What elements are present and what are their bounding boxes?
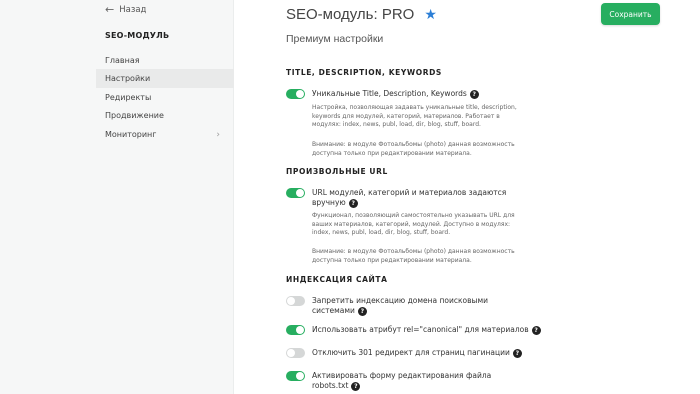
sidebar-item-label: Мониторинг xyxy=(105,130,157,139)
description-line: доступна только при редактировании матер… xyxy=(312,256,472,264)
toggle-custom-url[interactable] xyxy=(286,188,305,198)
description-line: модулях: index, news, publ, load, dir, b… xyxy=(312,121,481,128)
sidebar-item-settings[interactable]: Настройки xyxy=(96,69,234,88)
option-label-text: системами xyxy=(312,306,355,315)
sidebar-item-label: Редиректы xyxy=(105,93,152,102)
description-line: index, news, publ, load, dir, blog, stuf… xyxy=(312,229,451,236)
sidebar-item-monitoring[interactable]: Мониторинг › xyxy=(96,125,234,144)
back-label: Назад xyxy=(119,4,147,15)
sidebar: ← Назад SEO-МОДУЛЬ Главная Настройки Ред… xyxy=(0,0,234,394)
toggle-knob xyxy=(296,189,304,197)
toggle-knob xyxy=(296,372,304,380)
option-label-text: Уникальные Title, Description, Keywords xyxy=(312,89,467,98)
description-line: Внимание: в модуле Фотоальбомы (photo) д… xyxy=(312,141,515,148)
page-title-text: SEO-модуль: PRO xyxy=(286,6,415,23)
help-icon[interactable]: ? xyxy=(348,198,358,208)
section-heading-tdk: TITLE, DESCRIPTION, KEYWORDS xyxy=(286,68,442,77)
toggle-knob xyxy=(296,90,304,98)
option-label-text: Запретить индексацию домена поисковыми xyxy=(312,296,489,305)
option-label-robots-editor: Активировать форму редактирования файла … xyxy=(312,371,491,391)
sidebar-item-main[interactable]: Главная xyxy=(96,51,234,70)
description-line: Функционал, позволяющий самостоятельно у… xyxy=(312,212,515,219)
sidebar-item-redirects[interactable]: Редиректы xyxy=(96,88,234,107)
toggle-knob xyxy=(287,349,295,357)
main-content: SEO-модуль: PRO ★ Премиум настройки Сохр… xyxy=(235,0,700,394)
warning-url: Внимание: в модуле Фотоальбомы (photo) д… xyxy=(312,248,515,265)
star-icon[interactable]: ★ xyxy=(424,6,437,23)
arrow-left-icon: ← xyxy=(105,3,115,16)
sidebar-item-label: Настройки xyxy=(105,74,151,83)
sidebar-item-promotion[interactable]: Продвижение xyxy=(96,106,234,125)
option-label-text: Использовать атрибут rel="canonical" для… xyxy=(312,325,529,334)
toggle-knob xyxy=(296,326,304,334)
help-icon[interactable]: ? xyxy=(512,348,522,358)
help-icon[interactable]: ? xyxy=(351,381,361,391)
option-label-canonical: Использовать атрибут rel="canonical" для… xyxy=(312,325,541,335)
help-icon[interactable]: ? xyxy=(469,89,479,99)
option-label-text: robots.txt xyxy=(312,381,349,390)
description-line: Настройка, позволяющая задавать уникальн… xyxy=(312,104,517,111)
toggle-unique-tdk[interactable] xyxy=(286,89,305,99)
sidebar-item-label: Главная xyxy=(105,56,140,65)
option-label-block-indexing: Запретить индексацию домена поисковыми с… xyxy=(312,296,488,316)
option-label-text: вручную xyxy=(312,198,346,207)
section-heading-url: ПРОИЗВОЛЬНЫЕ URL xyxy=(286,167,388,176)
save-button[interactable]: Сохранить xyxy=(601,3,660,25)
toggle-disable-301[interactable] xyxy=(286,348,305,358)
page-subtitle: Премиум настройки xyxy=(286,33,384,45)
description-line: доступна только при редактировании матер… xyxy=(312,149,472,157)
warning-tdk: Внимание: в модуле Фотоальбомы (photo) д… xyxy=(312,141,515,158)
option-label-custom-url: URL модулей, категорий и материалов зада… xyxy=(312,188,506,208)
module-title: SEO-МОДУЛЬ xyxy=(105,31,170,40)
help-icon[interactable]: ? xyxy=(531,325,541,335)
description-line: keywords для модулей, категорий, материа… xyxy=(312,112,500,120)
option-label-unique-tdk: Уникальные Title, Description, Keywords? xyxy=(312,89,479,99)
toggle-canonical[interactable] xyxy=(286,325,305,335)
option-label-text: Активировать форму редактирования файла xyxy=(312,371,492,380)
chevron-right-icon: › xyxy=(216,129,220,140)
option-label-text: URL модулей, категорий и материалов зада… xyxy=(312,188,507,197)
page-title: SEO-модуль: PRO ★ xyxy=(286,6,437,23)
description-line: ваших материалов, категорий, модулей. До… xyxy=(312,220,511,228)
toggle-knob xyxy=(287,297,295,305)
option-label-text: Отключить 301 редирект для страниц пагин… xyxy=(312,348,510,357)
section-heading-indexing: ИНДЕКСАЦИЯ САЙТА xyxy=(286,275,388,284)
toggle-block-indexing[interactable] xyxy=(286,296,305,306)
description-line: Внимание: в модуле Фотоальбомы (photo) д… xyxy=(312,248,515,255)
description-tdk: Настройка, позволяющая задавать уникальн… xyxy=(312,104,517,130)
toggle-robots-editor[interactable] xyxy=(286,371,305,381)
back-link[interactable]: ← Назад xyxy=(105,4,146,15)
description-url: Функционал, позволяющий самостоятельно у… xyxy=(312,212,515,238)
sidebar-item-label: Продвижение xyxy=(105,111,164,120)
option-label-disable-301: Отключить 301 редирект для страниц пагин… xyxy=(312,348,522,358)
help-icon[interactable]: ? xyxy=(357,306,367,316)
